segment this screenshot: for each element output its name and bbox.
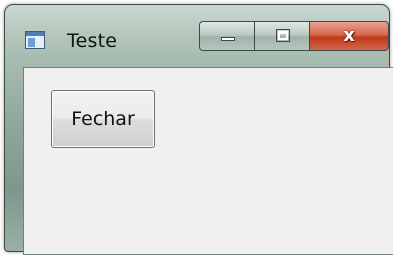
- title-bar[interactable]: Teste x: [5, 5, 389, 61]
- close-window-button[interactable]: x: [309, 21, 389, 51]
- window-app-icon[interactable]: [25, 31, 45, 49]
- window-app-icon-bar: [26, 32, 44, 36]
- maximize-icon: [276, 29, 290, 42]
- client-area: Fechar: [23, 67, 393, 255]
- window-app-icon-pane: [28, 38, 35, 47]
- minimize-button[interactable]: [199, 21, 255, 51]
- maximize-button[interactable]: [254, 21, 310, 51]
- close-icon: x: [343, 25, 355, 46]
- window-title: Teste: [67, 30, 118, 52]
- fechar-button[interactable]: Fechar: [51, 90, 155, 148]
- minimize-icon: [221, 37, 235, 41]
- app-window: Teste x Fechar: [4, 4, 393, 255]
